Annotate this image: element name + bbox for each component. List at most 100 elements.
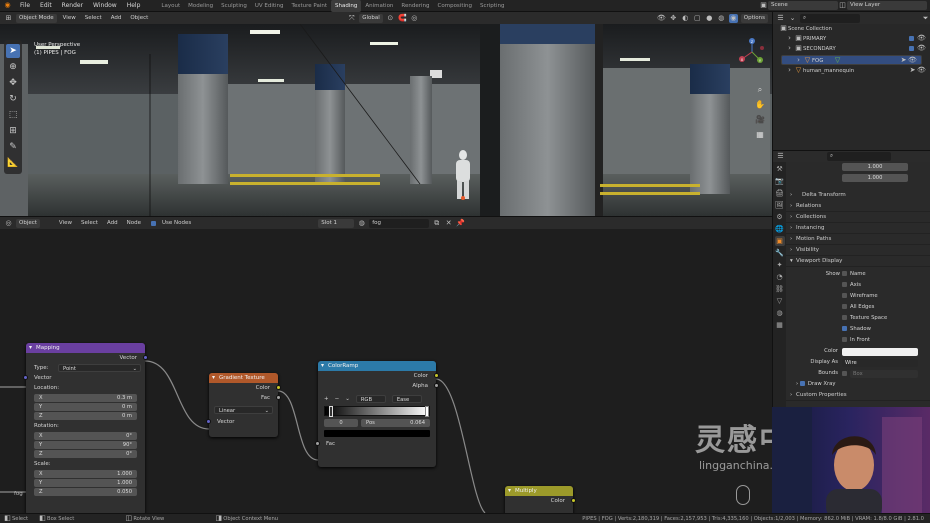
shading-rendered-icon[interactable]: ◉ — [728, 13, 738, 23]
include-checkbox[interactable] — [909, 36, 914, 41]
tab-modeling[interactable]: Modeling — [184, 0, 217, 12]
object-tab-icon[interactable]: ▣ — [774, 236, 785, 246]
menu-window[interactable]: Window — [88, 0, 122, 12]
show-all-edges-checkbox-wrap[interactable]: All Edges — [842, 302, 874, 313]
menu-render[interactable]: Render — [57, 0, 88, 12]
node-menu-select[interactable]: Select — [78, 219, 101, 228]
outliner-scene-collection[interactable]: ▣Scene Collection — [773, 24, 930, 34]
use-nodes-checkbox[interactable] — [150, 220, 156, 226]
show-wireframe-checkbox[interactable] — [842, 293, 847, 298]
visibility-icon[interactable]: 👁 — [657, 14, 666, 23]
rotate-tool-icon[interactable]: ↻ — [6, 92, 20, 106]
viewport-menu-add[interactable]: Add — [108, 14, 125, 23]
pan-hand-icon[interactable]: ✋ — [754, 97, 766, 112]
color-ramp-bar[interactable] — [324, 406, 430, 417]
mapping-node-header[interactable]: Mapping — [26, 343, 145, 353]
select-tool-icon[interactable]: ➤ — [6, 44, 20, 58]
move-tool-icon[interactable]: ✥ — [6, 76, 20, 90]
data-tab-icon[interactable]: ▽ — [775, 296, 785, 306]
scale-y-field[interactable]: Y 1.000 — [34, 479, 137, 487]
panel-custom-properties[interactable]: Custom Properties — [786, 390, 930, 401]
object-expand-icon[interactable]: › — [794, 56, 803, 65]
node-editor-canvas[interactable]: fog Mapping Vector Type: Point⌄ Vector L… — [0, 229, 772, 513]
ramp-stop-white[interactable] — [425, 406, 429, 417]
show-texture-space-checkbox[interactable] — [842, 315, 847, 320]
panel-viewport-display[interactable]: Viewport Display — [786, 256, 930, 267]
tool-tab-icon[interactable]: ⚒ — [775, 164, 785, 174]
outliner-item-secondary[interactable]: › ▣SECONDARY 👁 — [773, 44, 930, 54]
include-checkbox[interactable] — [909, 46, 914, 51]
show-name-checkbox[interactable] — [842, 271, 847, 276]
bounds-checkbox[interactable] — [842, 371, 847, 376]
ramp-stop-black[interactable] — [329, 406, 333, 417]
multiply-node[interactable]: Multiply Color — [505, 486, 576, 513]
properties-search[interactable]: ⌕ — [827, 152, 891, 161]
output-tab-icon[interactable]: 🖨 — [775, 188, 785, 198]
navigation-gizmo[interactable]: Z Y X — [738, 38, 766, 66]
eye-icon[interactable]: 👁 — [908, 56, 917, 65]
measure-tool-icon[interactable]: 📐 — [6, 156, 20, 170]
gradient-texture-node[interactable]: Gradient Texture Color Fac Linear⌄ Vecto… — [206, 373, 281, 437]
tab-layout[interactable]: Layout — [157, 0, 184, 12]
select-arrow-icon[interactable]: ➤ — [899, 56, 908, 65]
show-name-checkbox-wrap[interactable]: Name — [842, 269, 866, 280]
particles-tab-icon[interactable]: ✦ — [775, 260, 785, 270]
eye-icon[interactable]: 👁 — [917, 34, 926, 43]
tab-texture-paint[interactable]: Texture Paint — [288, 0, 332, 12]
shader-type-dropdown[interactable]: Object — [16, 218, 40, 228]
stop-position-field[interactable]: Pos 0.064 — [361, 419, 430, 427]
show-texture-space-checkbox-wrap[interactable]: Texture Space — [842, 313, 887, 324]
physics-tab-icon[interactable]: ◔ — [775, 272, 785, 282]
show-in-front-checkbox[interactable] — [842, 337, 847, 342]
colorramp-menu-icon[interactable]: ⌄ — [345, 394, 350, 404]
gradient-node-header[interactable]: Gradient Texture — [209, 373, 278, 383]
unlink-material-icon[interactable]: ✕ — [444, 219, 453, 228]
editor-type-icon[interactable]: ⊞ — [4, 14, 13, 23]
view-layer-tab-icon[interactable]: 🖼 — [775, 200, 785, 210]
node-menu-view[interactable]: View — [56, 219, 75, 228]
outliner-search[interactable]: ⌕ — [800, 13, 860, 23]
menu-help[interactable]: Help — [122, 0, 146, 12]
delta-z-field[interactable]: 1.000 — [842, 174, 908, 182]
display-mode-icon[interactable]: ⌄ — [788, 14, 797, 23]
remove-stop-button[interactable]: − — [335, 394, 340, 404]
tab-uv-editing[interactable]: UV Editing — [251, 0, 288, 12]
stop-color-swatch[interactable] — [324, 430, 430, 437]
node-menu-add[interactable]: Add — [104, 219, 121, 228]
scale-tool-icon[interactable]: ⬚ — [6, 108, 20, 122]
rotation-y-field[interactable]: Y 90° — [34, 441, 137, 449]
menu-file[interactable]: File — [15, 0, 35, 12]
mapping-node[interactable]: Mapping Vector Type: Point⌄ Vector Locat… — [23, 343, 148, 513]
panel-motion-paths[interactable]: Motion Paths — [786, 234, 930, 245]
multiply-node-header[interactable]: Multiply — [505, 486, 573, 496]
pivot-icon[interactable]: ⊙ — [386, 14, 395, 23]
location-z-field[interactable]: Z 0 m — [34, 412, 137, 420]
draw-xray-checkbox[interactable] — [799, 381, 805, 386]
cursor-tool-icon[interactable]: ⊕ — [6, 60, 20, 74]
shading-material-icon[interactable]: ◍ — [717, 14, 726, 23]
options-dropdown[interactable]: Options — [740, 13, 768, 23]
view-layer-selector[interactable]: View Layer — [847, 1, 927, 10]
zoom-icon[interactable]: ⌕ — [754, 82, 766, 97]
blender-logo-icon[interactable]: ◉ — [3, 1, 12, 10]
material-name-field[interactable]: fog — [369, 218, 430, 228]
multiply-out-color-socket[interactable] — [571, 498, 576, 503]
material-tab-icon[interactable]: ◍ — [775, 308, 785, 318]
pin-icon[interactable]: 📌 — [456, 219, 465, 228]
scene-selector[interactable]: Scene — [768, 1, 838, 10]
outliner-item-primary[interactable]: › ▣PRIMARY 👁 — [773, 34, 930, 44]
xray-icon[interactable]: ▢ — [693, 14, 702, 23]
collection-expand-icon[interactable]: › — [785, 44, 794, 53]
transform-tool-icon[interactable]: ⊞ — [6, 124, 20, 138]
add-stop-button[interactable]: + — [324, 394, 329, 404]
eye-icon[interactable]: 👁 — [917, 66, 926, 75]
rotation-z-field[interactable]: Z 0° — [34, 450, 137, 458]
object-color-swatch[interactable] — [842, 348, 918, 356]
node-menu-node[interactable]: Node — [124, 219, 144, 228]
interpolation-dropdown[interactable]: Ease — [391, 395, 422, 403]
display-as-dropdown[interactable]: Wire — [842, 359, 918, 367]
location-y-field[interactable]: Y 0 m — [34, 403, 137, 411]
scale-z-field[interactable]: Z 0.050 — [34, 488, 137, 496]
texture-tab-icon[interactable]: ▦ — [775, 320, 785, 330]
colorramp-node-header[interactable]: ColorRamp — [318, 361, 436, 371]
